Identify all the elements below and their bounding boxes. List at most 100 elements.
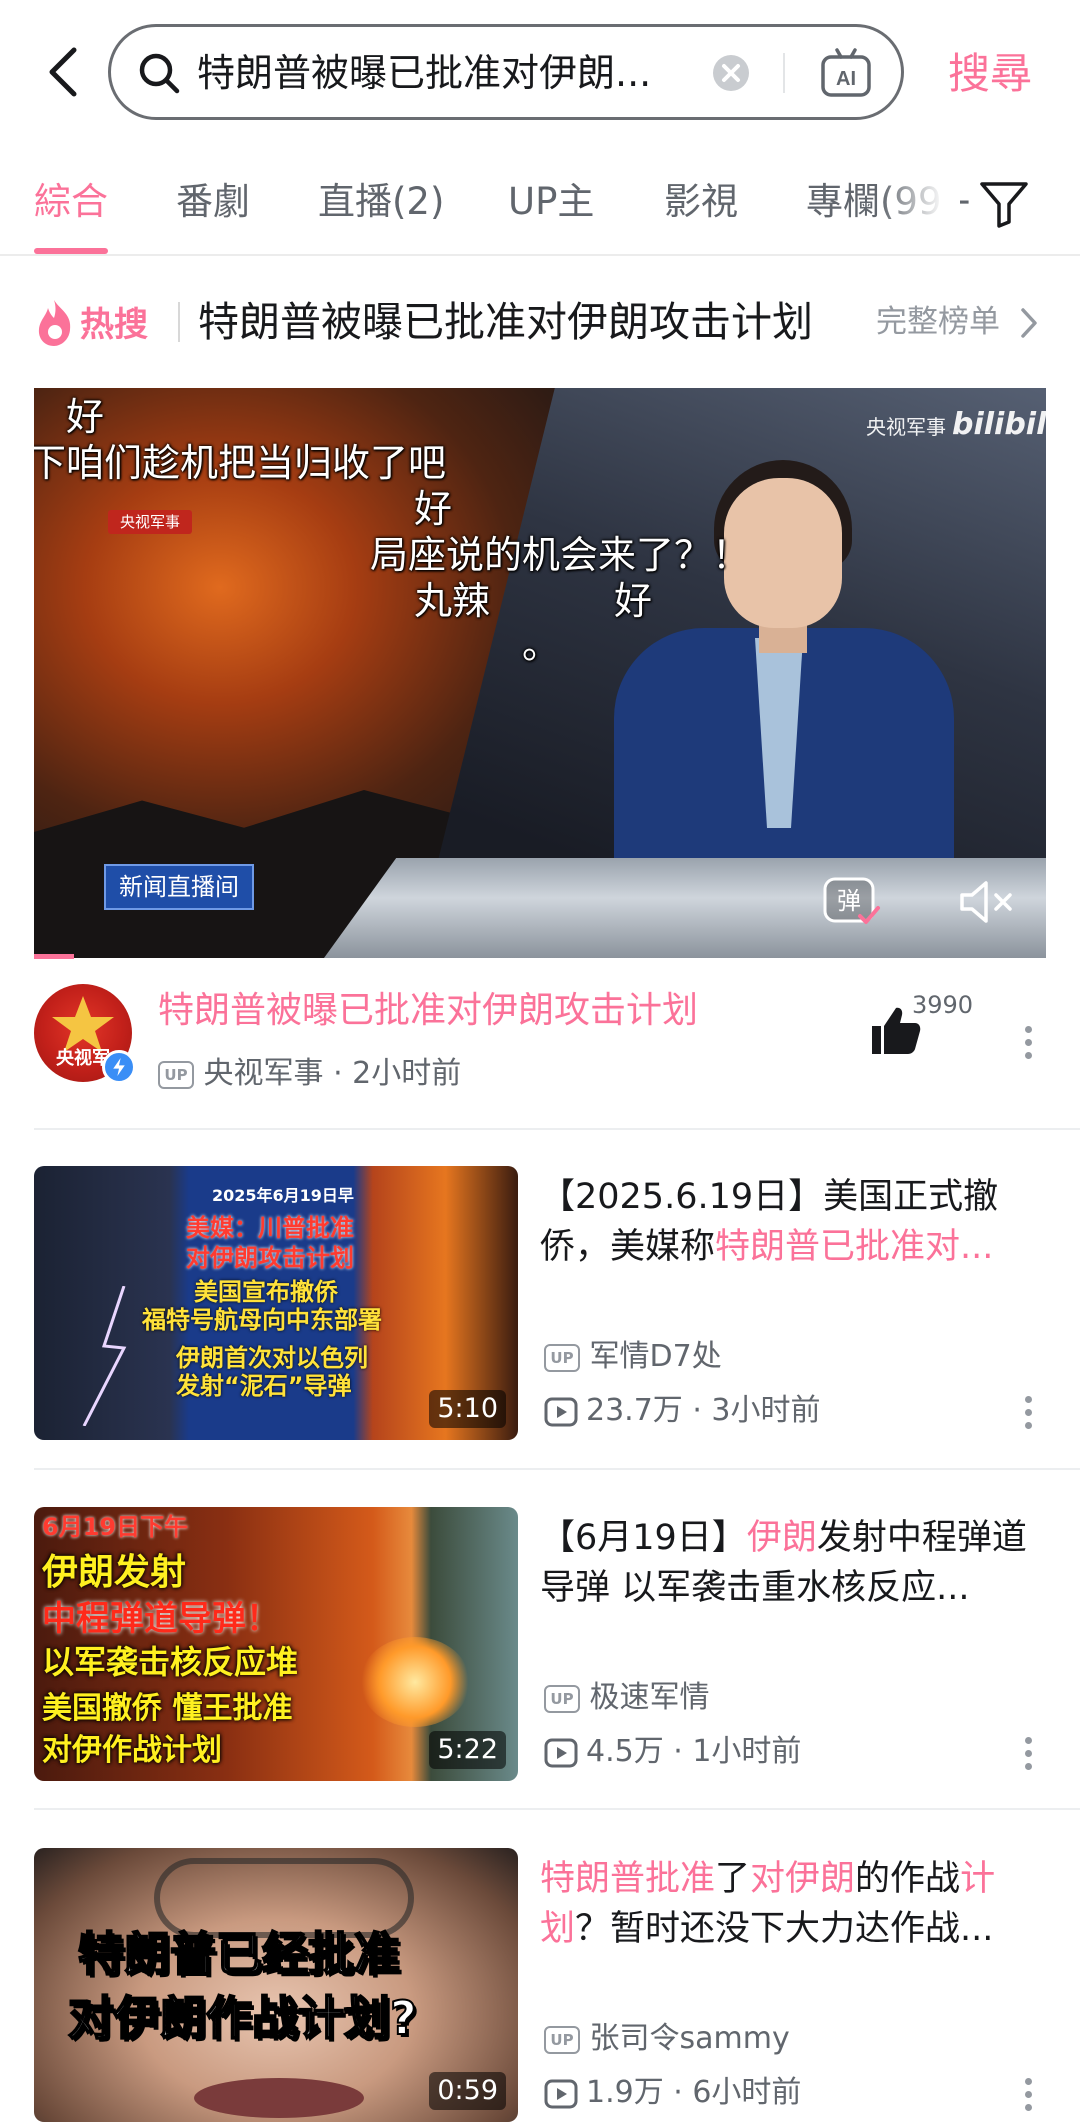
hero-video-title[interactable]: 特朗普被曝已批准对伊朗攻击计划: [158, 986, 698, 1036]
channel-overlay-tag: 央视军事: [108, 510, 193, 534]
video-uploader[interactable]: UP 军情D7处: [544, 1336, 722, 1378]
thumbnail-caption: 2025年6月19日早: [212, 1186, 354, 1205]
video-stats: 23.7万 · 3小时前: [544, 1390, 821, 1432]
thumbnail-caption: 美国撤侨 懂王批准: [42, 1691, 293, 1726]
tab-movies[interactable]: 影視: [664, 178, 738, 226]
video-stats: 4.5万 · 1小时前: [544, 1731, 801, 1773]
danmaku-comment: 好: [614, 579, 653, 623]
up-badge: UP: [544, 2025, 580, 2054]
news-program-badge: 新闻直播间: [104, 864, 254, 910]
play-count-icon: [544, 2079, 578, 2108]
thumbnail-caption: 对伊作战计划: [42, 1733, 222, 1768]
video-thumbnail[interactable]: 6月19日下午 伊朗发射 中程弹道导弹！ 以军袭击核反应堆 美国撤侨 懂王批准 …: [34, 1507, 518, 1781]
up-badge: UP: [544, 1343, 580, 1372]
video-watermark: 央视军事bilibili: [866, 407, 1046, 442]
like-count: 3990: [912, 991, 974, 1019]
video-thumbnail[interactable]: 2025年6月19日早 美媒：川普批准 对伊朗攻击计划 美国宣布撤侨 福特号航母…: [34, 1166, 518, 1440]
view-count-time: 23.7万 · 3小时前: [586, 1393, 821, 1428]
view-count-time: 4.5万 · 1小时前: [586, 1734, 802, 1769]
tabs-fade: [880, 160, 960, 254]
danmaku-toggle-icon[interactable]: 弹: [822, 876, 882, 928]
more-options-icon[interactable]: [1022, 1737, 1034, 1777]
tab-all[interactable]: 綜合: [34, 178, 108, 226]
search-icon: [139, 53, 180, 94]
search-query-text[interactable]: 特朗普被曝已批准对伊朗...: [197, 49, 777, 97]
title-text: 【6月19日】: [540, 1518, 747, 1558]
mute-icon[interactable]: [956, 878, 1016, 926]
title-highlight: 对伊朗: [750, 1859, 856, 1899]
tab-live[interactable]: 直播(2): [318, 178, 444, 226]
video-duration: 5:22: [429, 1731, 506, 1769]
thumbnail-caption: 6月19日下午: [42, 1513, 189, 1541]
news-desk: [324, 858, 1046, 958]
active-tab-indicator: [34, 248, 108, 254]
video-list-item[interactable]: 6月19日下午 伊朗发射 中程弹道导弹！ 以军袭击核反应堆 美国撤侨 懂王批准 …: [0, 1507, 1080, 1781]
video-stats: 1.9万 · 6小时前: [544, 2072, 801, 2114]
hero-video-meta[interactable]: UP 央视军事 · 2小时前: [158, 1052, 461, 1096]
uploader-name: 张司令sammy: [589, 2021, 790, 2056]
thumbnail-caption: 福特号航母向中东部署: [142, 1306, 382, 1334]
up-badge: UP: [158, 1060, 194, 1089]
title-text: ？暂时还没下大力达作战...: [575, 1909, 994, 1949]
video-list-item[interactable]: 2025年6月19日早 美媒：川普批准 对伊朗攻击计划 美国宣布撤侨 福特号航母…: [0, 1166, 1080, 1440]
tab-uploaders[interactable]: UP主: [508, 178, 594, 226]
hot-separator: [178, 302, 180, 342]
full-ranking-link[interactable]: 完整榜单: [876, 300, 1000, 344]
hero-video-player[interactable]: 央视军事 央视军事bilibili 新闻直播间 好 下咱们趁机把当归收了吧 好 …: [34, 388, 1046, 958]
svg-text:AI: AI: [836, 68, 856, 90]
divider: [34, 1808, 1080, 1810]
video-title[interactable]: 特朗普批准了对伊朗的作战计划？暂时还没下大力达作战...: [540, 1854, 1040, 1954]
thumbnail-caption: 中程弹道导弹！: [42, 1599, 280, 1639]
play-count-icon: [544, 1738, 578, 1767]
view-count-time: 1.9万 · 6小时前: [586, 2075, 802, 2110]
play-count-icon: [544, 1397, 578, 1426]
hot-search-title[interactable]: 特朗普被曝已批准对伊朗攻击计划: [198, 290, 813, 354]
thumbnail-caption: 发射“泥石”导弹: [176, 1372, 352, 1400]
title-highlight: 特朗普批准: [540, 1859, 716, 1899]
video-title[interactable]: 【6月19日】伊朗发射中程弹道导弹 以军袭击重水核反应...: [540, 1513, 1040, 1613]
thumbnail-caption: 伊朗发射: [42, 1552, 187, 1593]
uploader-name: 极速军情: [589, 1680, 710, 1715]
video-list-item[interactable]: 特朗普已经批准 对伊朗作战计划? 0:59 特朗普批准了对伊朗的作战计划？暂时还…: [0, 1848, 1080, 2122]
ai-assistant-icon[interactable]: AI: [819, 47, 873, 99]
hero-progress-bar: [34, 954, 74, 959]
hot-search-row[interactable]: 热搜 特朗普被曝已批准对伊朗攻击计划 完整榜单: [0, 290, 1080, 360]
title-text: 了: [715, 1859, 751, 1899]
svg-text:弹: 弹: [837, 887, 861, 915]
danmaku-comment: 好: [414, 487, 453, 531]
title-text: 的作战: [855, 1859, 961, 1899]
thumbnail-caption: 特朗普已经批准: [77, 1926, 401, 1982]
tab-anime[interactable]: 番劇: [176, 178, 250, 226]
video-uploader[interactable]: UP 极速军情: [544, 1677, 710, 1719]
video-duration: 0:59: [429, 2072, 506, 2110]
svg-text:热搜: 热搜: [80, 305, 148, 345]
chevron-right-icon[interactable]: [1018, 306, 1040, 340]
danmaku-comment: 好: [66, 395, 105, 439]
back-arrow-icon[interactable]: [42, 44, 86, 100]
more-options-icon[interactable]: [1022, 2078, 1034, 2118]
title-highlight: 特朗普已批准对...: [715, 1227, 994, 1267]
hot-search-logo: 热搜: [38, 300, 148, 346]
more-options-icon[interactable]: [1022, 1396, 1034, 1436]
more-options-icon[interactable]: [1022, 1026, 1034, 1066]
search-bar: 特朗普被曝已批准对伊朗... AI 搜尋: [0, 0, 1080, 150]
divider: [34, 1468, 1080, 1470]
search-button[interactable]: 搜尋: [948, 46, 1032, 102]
thumbnail-caption: 以军袭击核反应堆: [42, 1643, 299, 1681]
video-thumbnail[interactable]: 特朗普已经批准 对伊朗作战计划? 0:59: [34, 1848, 518, 2122]
up-badge: UP: [544, 1684, 580, 1713]
video-title[interactable]: 【2025.6.19日】美国正式撤侨，美媒称特朗普已批准对...: [540, 1172, 1040, 1272]
search-divider: [783, 53, 785, 93]
verified-badge-icon: [102, 1050, 136, 1084]
thumbnail-caption: 对伊朗作战计划?: [67, 1990, 418, 2046]
divider: [34, 1128, 1080, 1130]
video-uploader[interactable]: UP 张司令sammy: [544, 2018, 790, 2060]
search-input[interactable]: 特朗普被曝已批准对伊朗... AI: [108, 24, 904, 120]
mouth-shape: [194, 2078, 364, 2118]
danmaku-comment: 丸辣: [414, 579, 491, 623]
clear-icon[interactable]: [711, 53, 751, 93]
hero-uploader-meta: 央视军事 · 2小时前: [203, 1056, 462, 1091]
uploader-name: 军情D7处: [589, 1339, 722, 1374]
title-highlight: 伊朗: [746, 1518, 817, 1558]
filter-icon[interactable]: [978, 178, 1030, 230]
